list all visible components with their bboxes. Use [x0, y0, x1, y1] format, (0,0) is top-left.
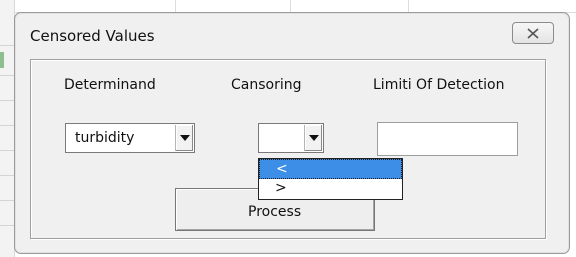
- censoring-dropdown-button[interactable]: [304, 125, 322, 151]
- chevron-down-icon: [179, 135, 190, 141]
- row-divider: [0, 125, 14, 126]
- censoring-label: Cansoring: [231, 77, 302, 93]
- row-divider: [0, 225, 14, 226]
- close-button[interactable]: [512, 22, 554, 44]
- dialog-title: Censored Values: [30, 27, 155, 45]
- row-divider: [0, 100, 14, 101]
- determinand-dropdown-button[interactable]: [175, 125, 193, 151]
- chevron-down-icon: [308, 135, 319, 141]
- close-icon: [527, 27, 539, 39]
- limit-of-detection-label: Limiti Of Detection: [373, 77, 505, 93]
- censoring-option-greater-than[interactable]: >: [259, 179, 402, 199]
- censoring-dropdown-list: < >: [258, 158, 403, 200]
- process-button-label: Process: [248, 204, 302, 220]
- row-divider: [0, 175, 14, 176]
- limit-of-detection-input[interactable]: [377, 122, 518, 156]
- determinand-value: turbidity: [75, 130, 135, 146]
- censoring-select[interactable]: [258, 123, 324, 153]
- column-divider: [175, 0, 176, 12]
- column-divider: [290, 0, 291, 12]
- spreadsheet-row-headers: [0, 0, 15, 257]
- cell-highlight: [0, 52, 4, 68]
- determinand-select[interactable]: turbidity: [65, 123, 195, 153]
- determinand-label: Determinand: [64, 77, 156, 93]
- row-divider: [0, 150, 14, 151]
- censoring-option-less-than[interactable]: <: [259, 159, 402, 179]
- row-divider: [0, 75, 14, 76]
- row-divider: [0, 200, 14, 201]
- censored-values-dialog: Censored Values Determinand Cansoring Li…: [14, 12, 570, 254]
- column-divider: [408, 0, 409, 12]
- row-divider: [0, 45, 14, 46]
